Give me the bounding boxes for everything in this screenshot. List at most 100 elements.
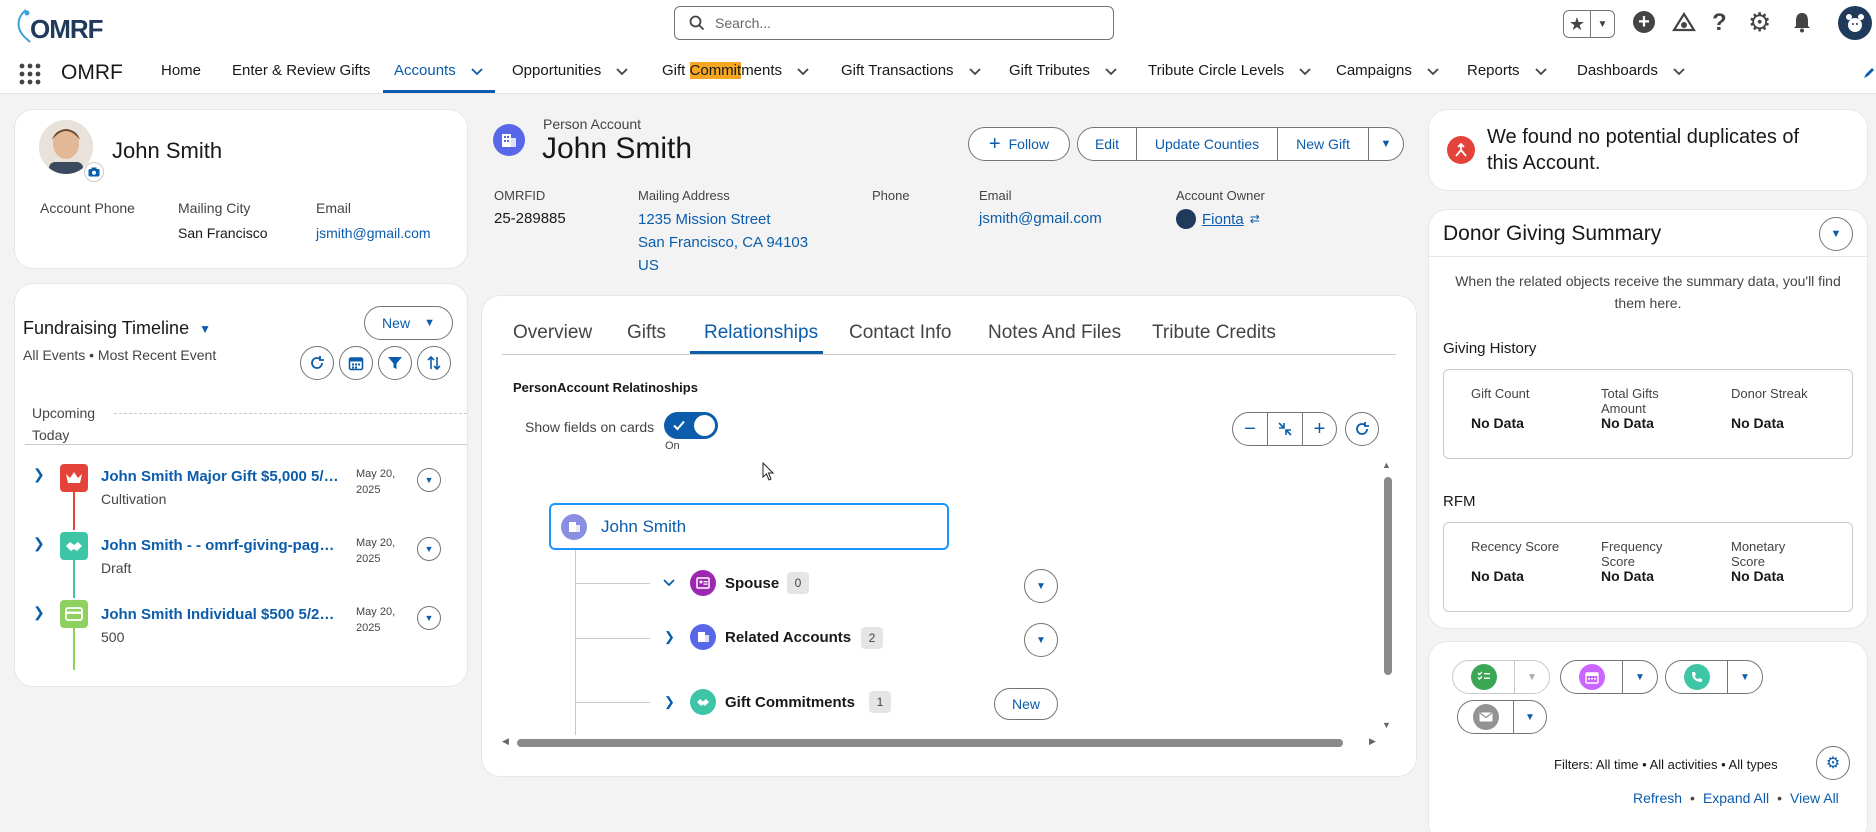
email-link[interactable]: jsmith@gmail.com — [979, 210, 1102, 227]
expand-chevron-icon[interactable]: ❯ — [33, 604, 45, 621]
button-label: Update Counties — [1154, 136, 1260, 152]
user-avatar-icon[interactable] — [1838, 6, 1872, 40]
gift-commitments-new-button[interactable]: New — [994, 688, 1058, 720]
calendar-button[interactable] — [339, 346, 373, 380]
zoom-out-button[interactable]: − — [1233, 413, 1268, 445]
nav-item-opportunities[interactable]: Opportunities — [512, 62, 629, 79]
global-add-icon[interactable]: + — [1633, 11, 1655, 33]
setup-gear-icon[interactable]: ⚙ — [1748, 7, 1771, 38]
expand-chevron-icon[interactable]: ❯ — [33, 466, 45, 483]
chevron-down-icon[interactable] — [662, 578, 676, 588]
new-event-button[interactable] — [1561, 661, 1623, 693]
timeline-title[interactable]: Fundraising Timeline ▼ — [23, 318, 211, 339]
chevron-down-icon[interactable] — [1298, 64, 1312, 78]
chevron-down-icon[interactable] — [1672, 64, 1686, 78]
event-menu-button[interactable]: ▼ — [1623, 661, 1657, 693]
send-email-button[interactable] — [1458, 701, 1514, 733]
app-launcher-icon[interactable] — [18, 62, 42, 86]
timeline-new-button[interactable]: New ▼ — [364, 306, 453, 340]
nav-item-reports[interactable]: Reports — [1467, 62, 1548, 79]
expand-chevron-icon[interactable]: ❯ — [664, 629, 675, 645]
sort-button[interactable] — [417, 346, 451, 380]
related-accounts-actions-button[interactable]: ▼ — [1024, 623, 1058, 657]
zoom-in-button[interactable]: + — [1303, 413, 1336, 445]
favorites-button[interactable]: ★ ▼ — [1563, 10, 1615, 38]
refresh-link[interactable]: Refresh — [1633, 790, 1682, 806]
expand-chevron-icon[interactable]: ❯ — [33, 535, 45, 552]
timeline-item-title[interactable]: John Smith Major Gift $5,000 5/2... — [101, 468, 341, 485]
email-link[interactable]: jsmith@gmail.com — [316, 225, 431, 241]
chevron-down-icon[interactable] — [968, 64, 982, 78]
vertical-scroll-up-arrow[interactable]: ▲ — [1382, 460, 1391, 470]
item-actions-button[interactable]: ▼ — [417, 537, 441, 561]
expand-all-link[interactable]: Expand All — [1703, 790, 1769, 806]
app-logo[interactable]: OMRF — [12, 6, 104, 45]
new-gift-button[interactable]: New Gift — [1278, 128, 1369, 160]
nav-item-accounts[interactable]: Accounts — [394, 62, 484, 79]
filter-button[interactable] — [378, 346, 412, 380]
tab-contact-info[interactable]: Contact Info — [849, 322, 951, 344]
follow-button[interactable]: + Follow — [968, 127, 1070, 161]
root-node-card[interactable]: John Smith — [549, 503, 949, 550]
caret-down-icon: ▼ — [1525, 711, 1535, 723]
record-action-group: Edit Update Counties New Gift ▼ — [1077, 127, 1404, 161]
email-menu-button[interactable]: ▼ — [1514, 701, 1546, 733]
owner-link[interactable]: Fionta — [1202, 211, 1244, 228]
nav-item-enter-review-gifts[interactable]: Enter & Review Gifts — [232, 62, 370, 79]
nav-item-gift-commitments[interactable]: Gift Commitments — [662, 62, 810, 79]
tab-tribute-credits[interactable]: Tribute Credits — [1152, 322, 1276, 344]
stat-label: Gift Count — [1471, 386, 1571, 401]
chevron-down-icon[interactable] — [796, 64, 810, 78]
item-actions-button[interactable]: ▼ — [417, 606, 441, 630]
update-counties-button[interactable]: Update Counties — [1137, 128, 1278, 160]
task-menu-button[interactable]: ▼ — [1515, 661, 1549, 693]
expand-chevron-icon[interactable]: ❯ — [664, 694, 675, 710]
chevron-down-icon[interactable] — [1534, 64, 1548, 78]
spouse-actions-button[interactable]: ▼ — [1024, 569, 1058, 603]
call-menu-button[interactable]: ▼ — [1728, 661, 1762, 693]
trailhead-icon[interactable] — [1672, 10, 1696, 34]
horizontal-scroll-right-arrow[interactable]: ▶ — [1369, 736, 1376, 747]
nav-item-gift-tributes[interactable]: Gift Tributes — [1009, 62, 1118, 79]
edit-nav-pencil-icon[interactable] — [1862, 66, 1874, 80]
horizontal-scroll-left-arrow[interactable]: ◀ — [502, 736, 509, 747]
fit-button[interactable] — [1268, 413, 1303, 445]
chevron-down-icon[interactable] — [1104, 64, 1118, 78]
chevron-down-icon[interactable] — [1426, 64, 1440, 78]
nav-item-dashboards[interactable]: Dashboards — [1577, 62, 1686, 79]
timeline-item-title[interactable]: John Smith Individual $500 5/20/... — [101, 606, 341, 623]
activity-settings-button[interactable]: ⚙ — [1816, 746, 1850, 780]
tab-gifts[interactable]: Gifts — [627, 322, 666, 344]
refresh-button[interactable] — [300, 346, 334, 380]
nav-item-home[interactable]: Home — [161, 62, 201, 79]
change-owner-icon[interactable]: ⇄ — [1250, 212, 1260, 226]
tab-notes-and-files[interactable]: Notes And Files — [988, 322, 1121, 344]
vertical-scroll-down-arrow[interactable]: ▼ — [1382, 720, 1391, 730]
address-line: San Francisco, CA 94103 — [638, 234, 809, 251]
nav-item-gift-transactions[interactable]: Gift Transactions — [841, 62, 982, 79]
summary-menu-button[interactable]: ▼ — [1819, 217, 1853, 251]
item-actions-button[interactable]: ▼ — [417, 468, 441, 492]
nav-item-tribute-circle-levels[interactable]: Tribute Circle Levels — [1148, 62, 1312, 79]
camera-icon[interactable] — [84, 162, 104, 182]
tab-overview[interactable]: Overview — [513, 322, 592, 344]
timeline-item-title[interactable]: John Smith - - omrf-giving-page -... — [101, 537, 341, 554]
notifications-bell-icon[interactable] — [1792, 11, 1812, 33]
show-fields-toggle[interactable] — [664, 412, 718, 439]
new-task-button[interactable] — [1453, 661, 1515, 693]
tab-relationships[interactable]: Relationships — [704, 322, 818, 344]
log-call-button[interactable] — [1666, 661, 1728, 693]
edit-button[interactable]: Edit — [1078, 128, 1137, 160]
search-box[interactable]: Search... — [674, 6, 1114, 40]
chevron-down-icon[interactable] — [615, 64, 629, 78]
view-all-link[interactable]: View All — [1790, 790, 1839, 806]
horizontal-scrollbar-thumb[interactable] — [517, 739, 1343, 747]
nav-item-campaigns[interactable]: Campaigns — [1336, 62, 1440, 79]
help-icon[interactable]: ? — [1712, 9, 1727, 37]
relationships-refresh-button[interactable] — [1345, 412, 1379, 446]
logo-text: OMRF — [30, 14, 104, 44]
chevron-down-icon[interactable] — [470, 64, 484, 78]
vertical-scrollbar-thumb[interactable] — [1384, 477, 1392, 675]
more-actions-button[interactable]: ▼ — [1369, 128, 1403, 160]
mailing-address-link[interactable]: 1235 Mission Street San Francisco, CA 94… — [638, 208, 808, 277]
